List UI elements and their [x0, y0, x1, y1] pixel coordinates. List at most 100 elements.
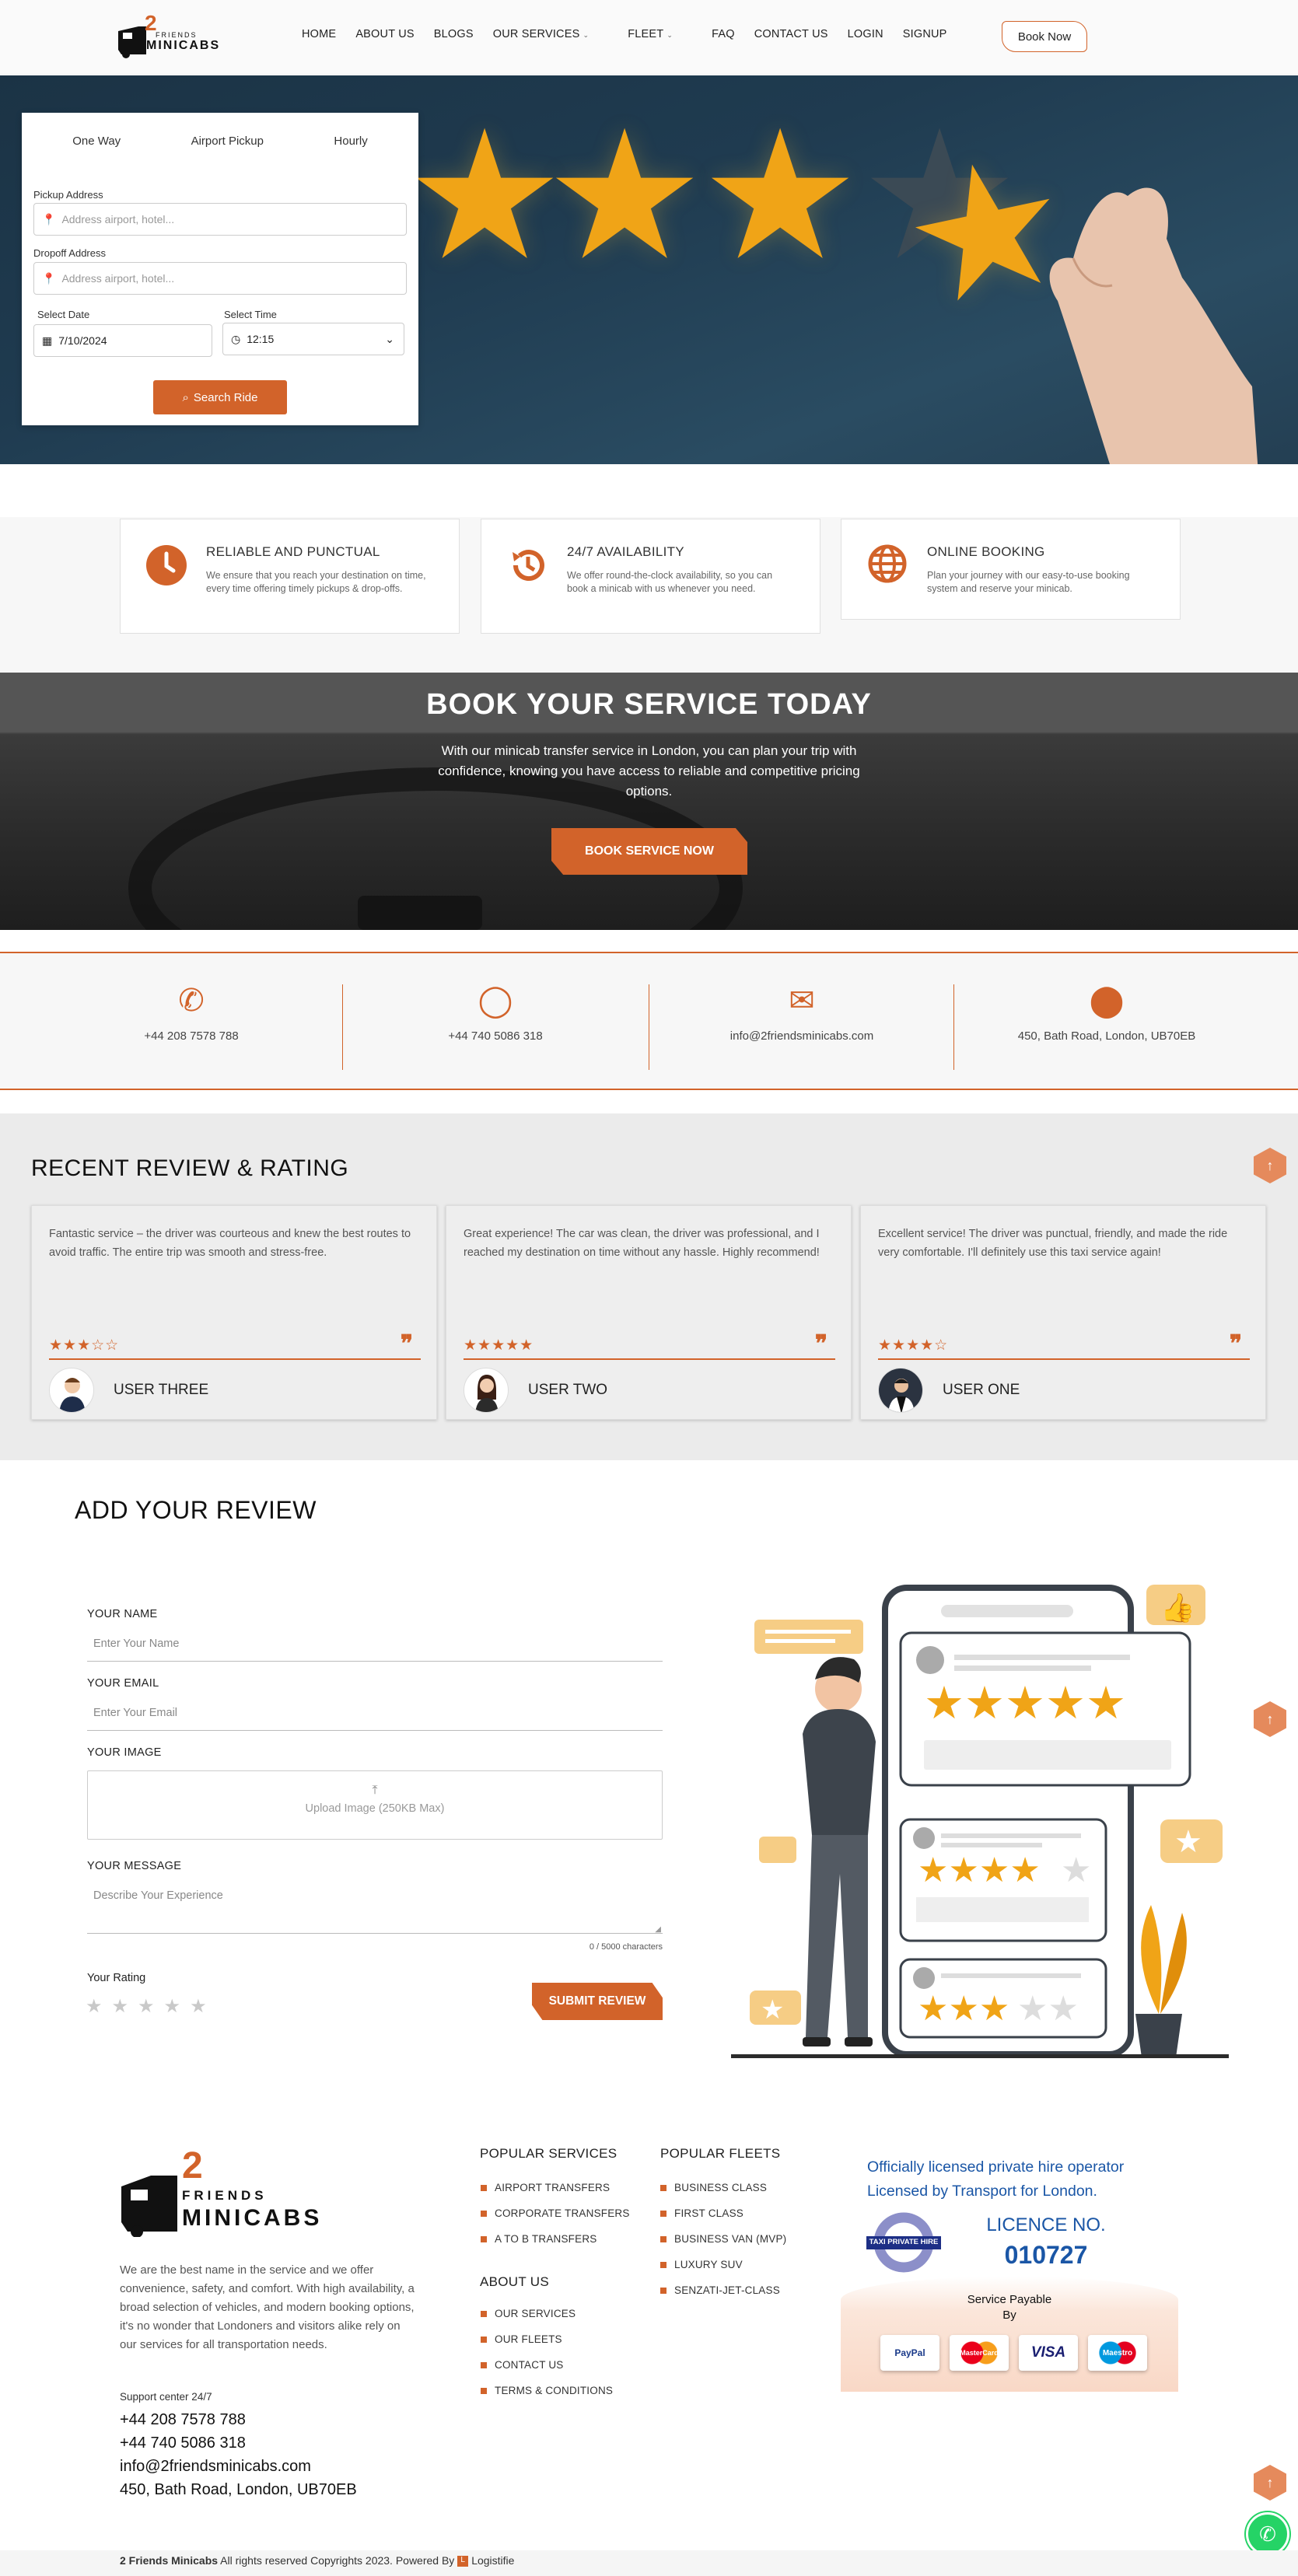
roundel-text: TAXI PRIVATE HIRE — [869, 2238, 939, 2246]
licence-label: LICENCE NO. — [986, 2214, 1106, 2235]
nav-fleet-label: FLEET — [628, 28, 664, 40]
nav-contact[interactable]: CONTACT US — [754, 28, 828, 40]
book-now-button[interactable]: Book Now — [1002, 21, 1087, 52]
envelope-icon: ✉ — [789, 984, 815, 1018]
svg-text:★: ★ — [1174, 1825, 1202, 1859]
footer-link[interactable]: LUXURY SUV — [660, 2259, 786, 2270]
footer-link[interactable]: CORPORATE TRANSFERS — [481, 2207, 630, 2219]
whatsapp-icon: ✆ — [1259, 2522, 1276, 2546]
footer-link[interactable]: OUR FLEETS — [481, 2333, 613, 2345]
email-input[interactable]: Enter Your Email — [87, 1702, 663, 1731]
map-pin-icon: 📍 — [42, 271, 56, 285]
quote-icon: ❞ — [1229, 1331, 1242, 1357]
booking-form: One Way Airport Pickup Hourly Pickup Add… — [22, 113, 418, 425]
tab-one-way[interactable]: One Way — [72, 135, 121, 148]
book-service-now-button[interactable]: BOOK SERVICE NOW — [551, 828, 747, 875]
footer-link[interactable]: A TO B TRANSFERS — [481, 2233, 630, 2245]
whatsapp-chat-button[interactable]: ✆ — [1246, 2512, 1289, 2556]
time-select[interactable]: ◷ 12:15 ⌄ — [222, 323, 404, 355]
footer-phone[interactable]: +44 208 7578 788 — [120, 2408, 357, 2431]
avatar — [464, 1368, 509, 1413]
hero-banner: ★ ★ ★ ★ ★ One Way Airport Pickup Hourly … — [0, 75, 1298, 464]
payable-line2: By — [1002, 2309, 1016, 2322]
review-text: Great experience! The car was clean, the… — [464, 1228, 820, 1259]
copyright-brand[interactable]: 2 Friends Minicabs — [120, 2554, 218, 2567]
scroll-top-button[interactable]: ↑ — [1254, 2465, 1286, 2501]
scroll-top-button[interactable]: ↑ — [1254, 1148, 1286, 1183]
footer-link[interactable]: SENZATI-JET-CLASS — [660, 2284, 786, 2296]
divider — [878, 1358, 1250, 1360]
input-underline — [87, 1661, 663, 1662]
contact-email[interactable]: ✉ info@2friendsminicabs.com — [649, 953, 954, 1043]
input-underline — [87, 1933, 663, 1934]
quote-icon: ❞ — [814, 1331, 827, 1357]
dropoff-placeholder: Address airport, hotel... — [61, 272, 175, 285]
footer-link[interactable]: TERMS & CONDITIONS — [481, 2385, 613, 2396]
pickup-placeholder: Address airport, hotel... — [61, 213, 175, 225]
chevron-down-icon: ⌄ — [583, 31, 590, 39]
contact-value: +44 208 7578 788 — [144, 1029, 239, 1043]
contact-phone[interactable]: ✆ +44 208 7578 788 — [39, 953, 344, 1043]
copyright-body: All rights reserved Copyrights 2023. Pow… — [218, 2554, 458, 2567]
nav-blogs[interactable]: BLOGS — [434, 28, 474, 40]
reviewer-name: USER THREE — [114, 1382, 209, 1398]
nav-faq[interactable]: FAQ — [712, 28, 735, 40]
time-label: Select Time — [224, 309, 277, 320]
svg-text:★★★★★: ★★★★★ — [924, 1678, 1126, 1728]
footer-phone[interactable]: +44 740 5086 318 — [120, 2431, 357, 2455]
logistifie-logo-icon: L — [457, 2556, 469, 2567]
svg-text:★★★★: ★★★★ — [918, 1851, 1041, 1889]
powered-by-link[interactable]: Logistifie — [471, 2554, 514, 2567]
email-placeholder: Enter Your Email — [93, 1707, 178, 1719]
tab-airport-pickup[interactable]: Airport Pickup — [191, 135, 264, 148]
svg-text:★★: ★★ — [1017, 1990, 1079, 2028]
about-links-list: OUR SERVICES OUR FLEETS CONTACT US TERMS… — [481, 2308, 613, 2410]
image-upload[interactable]: ⤒ Upload Image (250KB Max) — [87, 1770, 663, 1840]
feature-title: ONLINE BOOKING — [927, 544, 1045, 559]
contact-address[interactable]: ⬤ 450, Bath Road, London, UB70EB — [954, 953, 1259, 1043]
nav-fleet[interactable]: FLEET ⌄ — [628, 28, 692, 40]
search-icon: ⌕ — [182, 390, 189, 404]
footer-link[interactable]: FIRST CLASS — [660, 2207, 786, 2219]
search-ride-button[interactable]: ⌕ Search Ride — [153, 380, 287, 414]
features-section: RELIABLE AND PUNCTUAL We ensure that you… — [0, 517, 1298, 673]
resize-handle-icon[interactable]: ◢ — [655, 1925, 661, 1934]
dropoff-input[interactable]: 📍 Address airport, hotel... — [33, 262, 407, 295]
message-label: YOUR MESSAGE — [87, 1860, 182, 1872]
message-textarea[interactable]: Describe Your Experience ◢ — [87, 1885, 663, 1936]
service-payable-label: Service Payable By — [841, 2292, 1178, 2323]
input-underline — [87, 1730, 663, 1731]
mastercard-icon: MasterCard — [950, 2335, 1009, 2371]
footer-link[interactable]: OUR SERVICES — [481, 2308, 613, 2319]
footer-logo[interactable]: 2 FRIENDS MINICABS — [120, 2148, 339, 2238]
submit-review-button[interactable]: SUBMIT REVIEW — [532, 1983, 663, 2020]
maestro-icon: Maestro — [1088, 2335, 1147, 2371]
nav-about[interactable]: ABOUT US — [355, 28, 414, 40]
add-review-title: ADD YOUR REVIEW — [75, 1496, 317, 1524]
licence-number: 010727 — [1004, 2241, 1088, 2269]
contact-whatsapp[interactable]: ◯ +44 740 5086 318 — [343, 953, 648, 1043]
feature-title: RELIABLE AND PUNCTUAL — [206, 544, 380, 559]
pickup-input[interactable]: 📍 Address airport, hotel... — [33, 203, 407, 236]
nav-signup[interactable]: SIGNUP — [903, 28, 947, 40]
hand-image — [1049, 187, 1258, 464]
globe-icon — [868, 544, 907, 583]
date-label: Select Date — [37, 309, 90, 320]
arrow-up-icon: ↑ — [1266, 1711, 1274, 1727]
nav-login[interactable]: LOGIN — [848, 28, 883, 40]
scroll-top-button[interactable]: ↑ — [1254, 1701, 1286, 1737]
footer-email[interactable]: info@2friendsminicabs.com — [120, 2455, 357, 2478]
rating-stars-input[interactable]: ★★★★★ — [86, 1995, 216, 2018]
nav-services[interactable]: OUR SERVICES ⌄ — [493, 28, 608, 40]
footer-link[interactable]: BUSINESS VAN (MVP) — [660, 2233, 786, 2245]
feature-desc: We ensure that you reach your destinatio… — [206, 570, 426, 594]
date-input[interactable]: ▦ 7/10/2024 — [33, 324, 212, 357]
paypal-icon: PayPal — [880, 2335, 939, 2371]
footer-link[interactable]: AIRPORT TRANSFERS — [481, 2182, 630, 2193]
date-value: 7/10/2024 — [58, 334, 107, 347]
name-input[interactable]: Enter Your Name — [87, 1633, 663, 1662]
footer-link[interactable]: BUSINESS CLASS — [660, 2182, 786, 2193]
nav-home[interactable]: HOME — [302, 28, 336, 40]
footer-link[interactable]: CONTACT US — [481, 2359, 613, 2371]
tab-hourly[interactable]: Hourly — [334, 135, 367, 148]
